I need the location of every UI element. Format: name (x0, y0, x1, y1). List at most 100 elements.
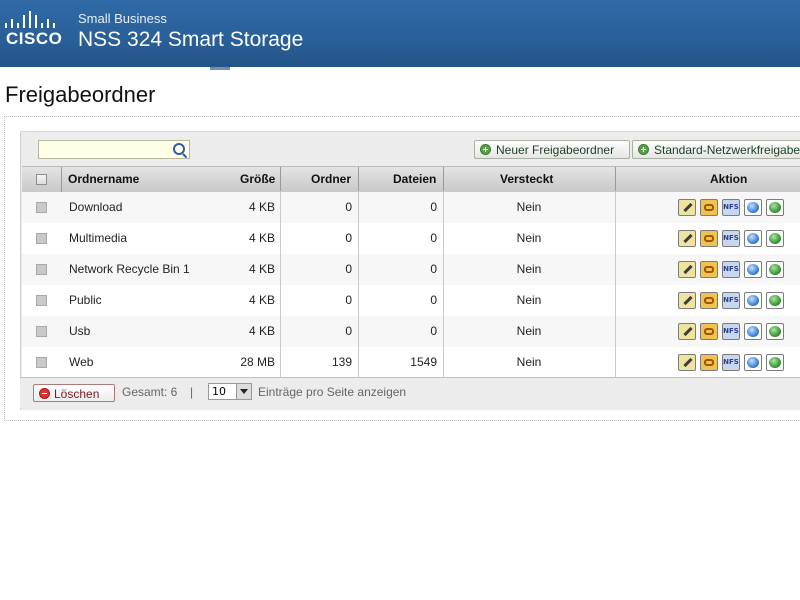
search-icon[interactable] (173, 143, 185, 155)
cell-folder-count: 139 (331, 355, 352, 369)
col-header-size[interactable]: Größe (240, 167, 275, 192)
network-share-icon[interactable] (744, 230, 762, 247)
nfs-icon[interactable]: NFS (722, 354, 740, 371)
new-share-label: Neuer Freigabeordner (496, 143, 615, 157)
product-title: NSS 324 Smart Storage (78, 28, 304, 51)
cell-folder-count: 0 (345, 293, 352, 307)
cell-size: 28 MB (240, 355, 275, 369)
default-share-label: Standard-Netzwerkfreigabe (654, 143, 800, 157)
delete-button[interactable]: Löschen (33, 384, 115, 402)
table-row[interactable]: Multimedia 4 KB 0 0 Nein NFS (22, 223, 800, 254)
row-checkbox[interactable] (36, 264, 47, 275)
permissions-icon[interactable] (700, 230, 718, 247)
per-page-value: 10 (212, 385, 226, 398)
cell-hidden: Nein (516, 262, 542, 276)
edit-icon[interactable] (678, 199, 696, 216)
permissions-icon[interactable] (700, 261, 718, 278)
cisco-logo-text: CISCO (6, 29, 63, 48)
cell-file-count: 0 (430, 324, 437, 338)
nfs-icon[interactable]: NFS (722, 199, 740, 216)
refresh-icon[interactable] (766, 292, 784, 309)
delete-icon (39, 388, 50, 399)
cell-hidden: Nein (516, 324, 542, 338)
cisco-logo: CISCO (4, 10, 64, 50)
edit-icon[interactable] (678, 292, 696, 309)
table-row[interactable]: Download 4 KB 0 0 Nein NFS (22, 192, 800, 223)
cell-hidden: Nein (516, 231, 542, 245)
row-checkbox[interactable] (36, 357, 47, 368)
new-share-button[interactable]: Neuer Freigabeordner (474, 140, 630, 159)
nfs-icon[interactable]: NFS (722, 292, 740, 309)
col-header-files[interactable]: Dateien (393, 167, 436, 192)
cell-size: 4 KB (248, 262, 275, 276)
column-divider (615, 191, 616, 377)
cell-folder-count: 0 (345, 324, 352, 338)
table-row[interactable]: Web 28 MB 139 1549 Nein NFS (22, 347, 800, 378)
col-header-action: Aktion (710, 172, 748, 186)
column-divider (358, 191, 359, 377)
permissions-icon[interactable] (700, 354, 718, 371)
nfs-icon[interactable]: NFS (722, 230, 740, 247)
col-header-hidden[interactable]: Versteckt (500, 167, 553, 192)
delete-label: Löschen (54, 387, 100, 401)
cell-size: 4 KB (248, 231, 275, 245)
nfs-icon[interactable]: NFS (722, 261, 740, 278)
add-icon (480, 144, 491, 155)
app-header: CISCO Small Business NSS 324 Smart Stora… (0, 0, 800, 67)
cell-size: 4 KB (248, 324, 275, 338)
cell-size: 4 KB (248, 293, 275, 307)
edit-icon[interactable] (678, 261, 696, 278)
cell-hidden: Nein (516, 293, 542, 307)
row-checkbox[interactable] (36, 233, 47, 244)
cell-hidden: Nein (516, 355, 542, 369)
cell-file-count: 1549 (410, 355, 437, 369)
row-checkbox[interactable] (36, 326, 47, 337)
edit-icon[interactable] (678, 354, 696, 371)
nfs-icon[interactable]: NFS (722, 323, 740, 340)
network-share-icon[interactable] (744, 199, 762, 216)
cell-size: 4 KB (248, 200, 275, 214)
cell-folder-count: 0 (345, 262, 352, 276)
col-header-folders[interactable]: Ordner (311, 167, 351, 192)
table-row[interactable]: Usb 4 KB 0 0 Nein NFS (22, 316, 800, 347)
permissions-icon[interactable] (700, 292, 718, 309)
network-share-icon[interactable] (744, 354, 762, 371)
permissions-icon[interactable] (700, 199, 718, 216)
refresh-icon[interactable] (766, 230, 784, 247)
select-all-checkbox[interactable] (36, 174, 47, 185)
col-header-name[interactable]: Ordnername (68, 167, 139, 192)
per-page-label: Einträge pro Seite anzeigen (258, 385, 407, 399)
table-header: Ordnername Größe Ordner Dateien Versteck… (22, 166, 800, 193)
cell-file-count: 0 (430, 293, 437, 307)
cell-folder-count: 0 (345, 231, 352, 245)
brand-subtitle: Small Business (78, 11, 167, 26)
permissions-icon[interactable] (700, 323, 718, 340)
refresh-icon[interactable] (766, 199, 784, 216)
footer-separator: | (190, 385, 194, 399)
refresh-icon[interactable] (766, 261, 784, 278)
add-icon (638, 144, 649, 155)
search-input[interactable] (38, 140, 190, 159)
network-share-icon[interactable] (744, 292, 762, 309)
cell-file-count: 0 (430, 262, 437, 276)
network-share-icon[interactable] (744, 323, 762, 340)
per-page-select[interactable]: 10 (208, 383, 252, 400)
row-checkbox[interactable] (36, 295, 47, 306)
refresh-icon[interactable] (766, 323, 784, 340)
cell-hidden: Nein (516, 200, 542, 214)
header-tab-marker (210, 67, 230, 70)
refresh-icon[interactable] (766, 354, 784, 371)
default-network-share-button[interactable]: Standard-Netzwerkfreigabe (632, 140, 800, 159)
total-count: Gesamt: 6 (122, 385, 178, 399)
column-divider (443, 191, 444, 377)
edit-icon[interactable] (678, 323, 696, 340)
cisco-logo-bars (4, 10, 60, 28)
column-divider (280, 191, 281, 377)
page-title: Freigabeordner (5, 82, 156, 107)
row-checkbox[interactable] (36, 202, 47, 213)
edit-icon[interactable] (678, 230, 696, 247)
table-row[interactable]: Network Recycle Bin 14 KB 0 0 Nein NFS (22, 254, 800, 285)
network-share-icon[interactable] (744, 261, 762, 278)
table-row[interactable]: Public 4 KB 0 0 Nein NFS (22, 285, 800, 316)
dropdown-arrow-icon[interactable] (236, 384, 251, 399)
